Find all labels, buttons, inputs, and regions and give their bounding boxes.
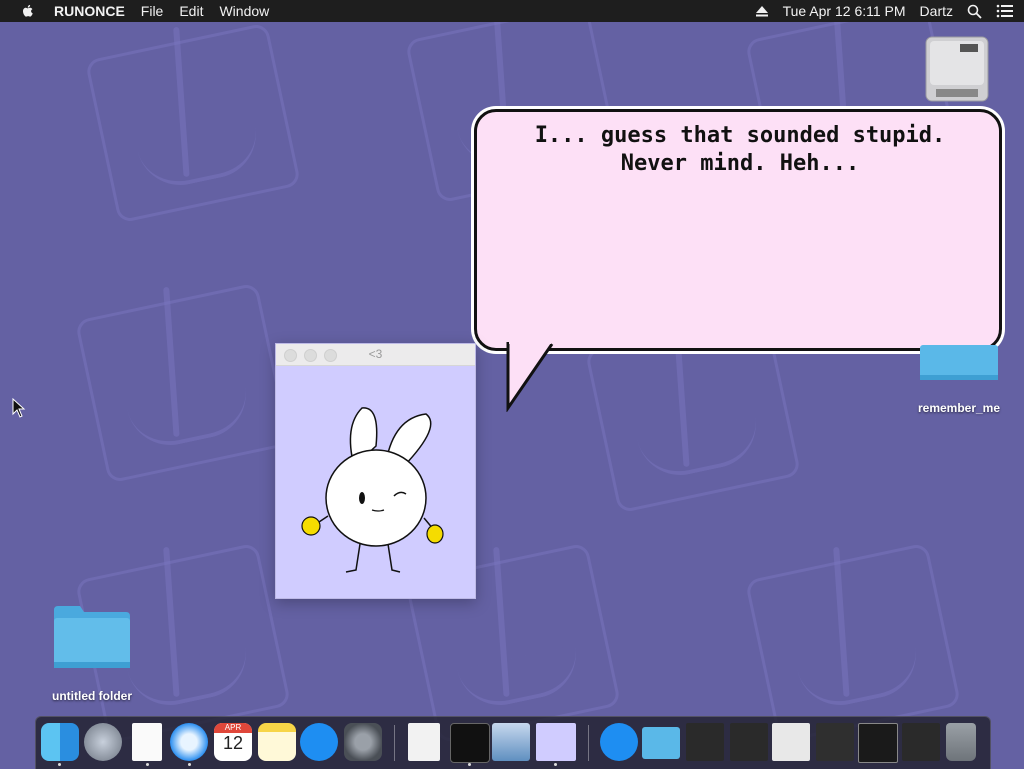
running-indicator	[58, 763, 61, 766]
speech-bubble: I... guess that sounded stupid. Never mi…	[474, 109, 1002, 351]
app-store-downloads-icon[interactable]	[600, 723, 638, 761]
window-title: <3	[368, 347, 383, 361]
minimized-window-thumbnail[interactable]	[858, 723, 898, 763]
dock-separator	[588, 725, 589, 761]
preview-icon[interactable]	[492, 723, 530, 761]
speech-bubble-tail	[506, 340, 554, 412]
folder-icon[interactable]	[52, 604, 132, 670]
dock-separator	[394, 725, 395, 761]
mouse-cursor-icon	[12, 398, 26, 418]
hard-drive-icon[interactable]	[922, 33, 992, 105]
running-indicator	[468, 763, 471, 766]
pet-window[interactable]: <3	[275, 343, 476, 599]
wallpaper-finder-face	[84, 22, 302, 224]
minimized-window-thumbnail[interactable]	[816, 723, 854, 761]
wallpaper-finder-face	[74, 282, 292, 484]
notification-center-icon[interactable]	[996, 4, 1014, 18]
downloads-folder-icon[interactable]	[642, 727, 680, 759]
calendar-month: APR	[214, 723, 252, 733]
menu-bar: RUNONCE File Edit Window Tue Apr 12 6:11…	[0, 0, 1024, 22]
menubar-clock[interactable]: Tue Apr 12 6:11 PM	[783, 3, 906, 19]
folder-label-untitled-folder[interactable]: untitled folder	[32, 689, 152, 703]
finder-icon[interactable]	[41, 723, 79, 761]
menu-edit[interactable]: Edit	[179, 3, 203, 19]
launchpad-icon[interactable]	[84, 723, 122, 761]
dock: APR 12	[35, 716, 991, 769]
menu-file[interactable]: File	[141, 3, 164, 19]
calendar-day: 12	[222, 733, 244, 753]
menubar-user[interactable]: Dartz	[920, 3, 953, 19]
folder-label-remember-me[interactable]: remember_me	[905, 401, 1013, 415]
running-indicator	[188, 763, 191, 766]
app-menu[interactable]: RUNONCE	[54, 3, 125, 19]
minimized-window-thumbnail[interactable]	[902, 723, 940, 761]
calendar-icon[interactable]: APR 12	[214, 723, 252, 761]
wallpaper-finder-face	[744, 542, 962, 744]
window-titlebar[interactable]: <3	[276, 344, 475, 366]
app-store-icon[interactable]	[300, 723, 338, 761]
minimized-window-thumbnail[interactable]	[730, 723, 768, 761]
textedit-icon[interactable]	[408, 723, 440, 761]
minimized-window-thumbnail[interactable]	[686, 723, 724, 761]
menu-window[interactable]: Window	[219, 3, 269, 19]
running-indicator	[146, 763, 149, 766]
eject-icon[interactable]	[755, 5, 769, 17]
system-preferences-icon[interactable]	[344, 723, 382, 761]
speech-bubble-text: I... guess that sounded stupid. Never mi…	[534, 123, 946, 176]
folder-icon[interactable]	[920, 345, 998, 381]
document-icon[interactable]	[132, 723, 162, 761]
spotlight-search-icon[interactable]	[967, 4, 982, 19]
bunny-character[interactable]	[276, 366, 475, 598]
notes-icon[interactable]	[258, 723, 296, 761]
terminal-icon[interactable]	[450, 723, 490, 763]
running-indicator	[554, 763, 557, 766]
apple-icon[interactable]	[20, 3, 36, 19]
bunny-app-icon[interactable]	[536, 723, 576, 761]
safari-icon[interactable]	[170, 723, 208, 761]
trash-icon[interactable]	[946, 723, 976, 761]
minimized-window-thumbnail[interactable]	[772, 723, 810, 761]
